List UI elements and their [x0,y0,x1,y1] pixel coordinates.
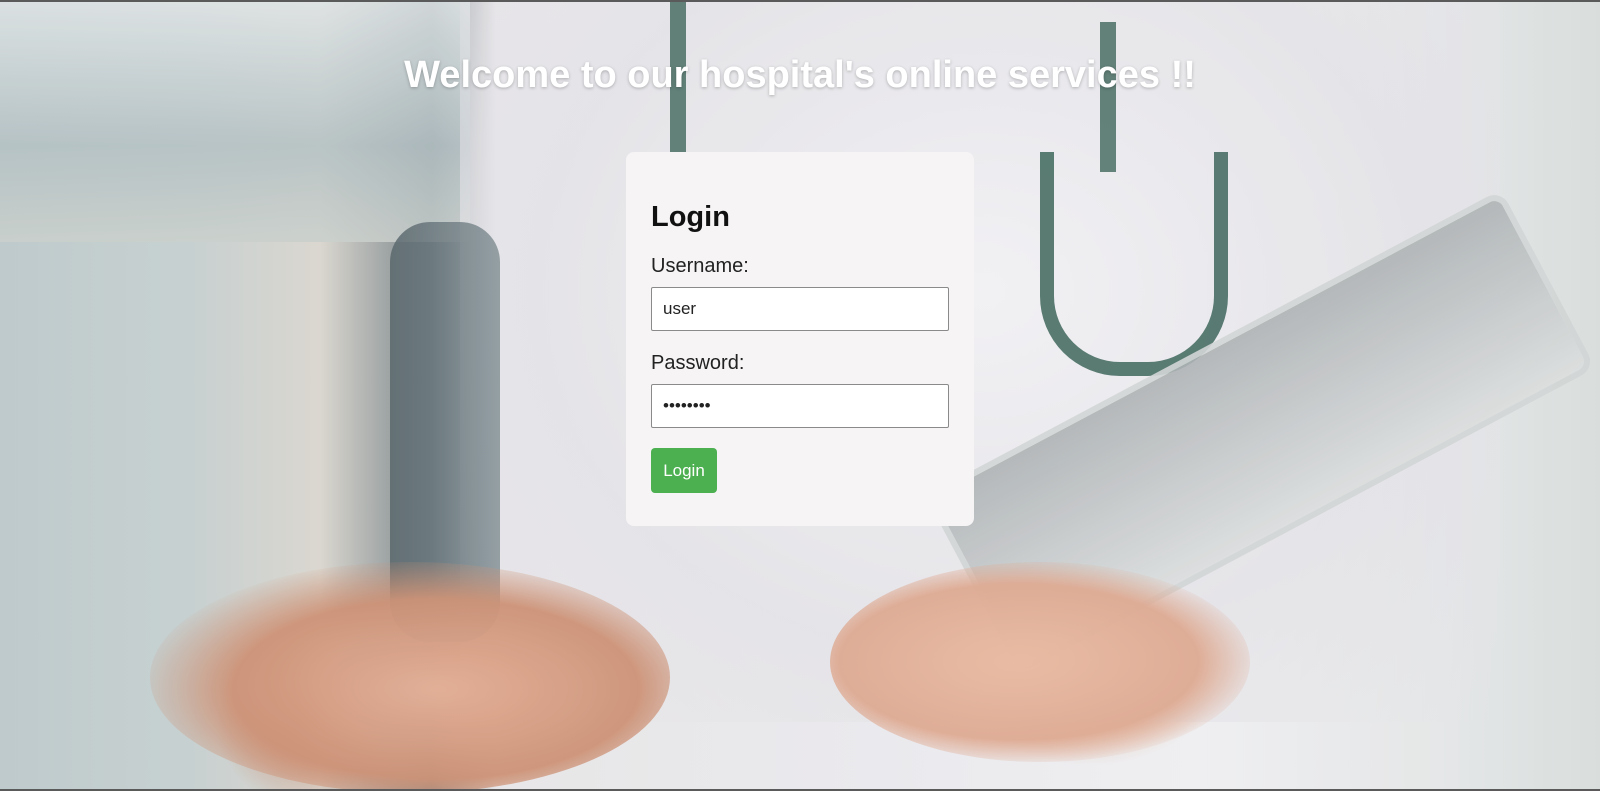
password-input[interactable] [651,384,949,428]
login-button[interactable]: Login [651,448,717,493]
page-title: Welcome to our hospital's online service… [404,54,1196,96]
page-content: Welcome to our hospital's online service… [0,2,1600,789]
login-title: Login [651,201,730,233]
login-page: Welcome to our hospital's online service… [0,0,1600,791]
username-label: Username: [651,255,749,277]
username-input[interactable] [651,287,949,331]
login-card: Login Username: Password: Login [626,152,974,526]
password-label: Password: [651,352,745,374]
